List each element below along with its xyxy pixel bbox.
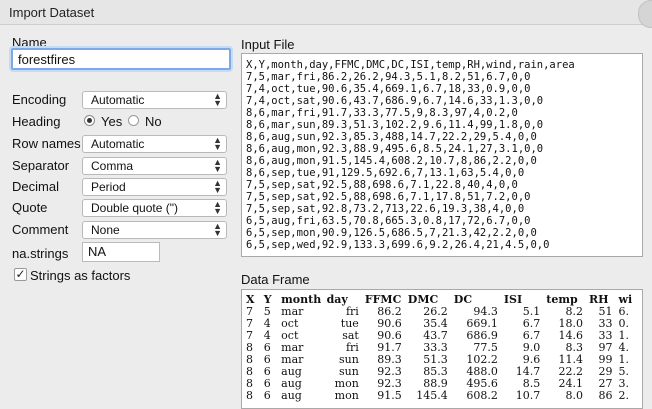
- input-file-preview[interactable]: X,Y,month,day,FFMC,DMC,DC,ISI,temp,RH,wi…: [241, 53, 643, 257]
- input-file-line: 6,5,sep,mon,90.9,126.5,686.5,7,21.3,42,2…: [246, 227, 537, 239]
- heading-yes-radio[interactable]: [84, 115, 95, 126]
- heading-label: Heading: [12, 114, 61, 129]
- quote-select[interactable]: Double quote (") ▲ ▼: [82, 199, 227, 217]
- checkmark-icon: ✓: [15, 267, 26, 281]
- strings-as-factors-checkbox[interactable]: ✓: [14, 268, 27, 281]
- data-frame-preview[interactable]: X Ymonth day FFMC DMC DC ISI temp RH wi 7 5 mar fri 8…: [241, 289, 643, 409]
- input-file-line: 6,5,aug,fri,63.5,70.8,665.3,0.8,17,72,6.…: [246, 215, 531, 227]
- updown-arrows-icon: ▲ ▼: [213, 199, 222, 216]
- table-cell: 6: [263, 389, 271, 402]
- updown-arrows-icon: ▲ ▼: [213, 157, 222, 174]
- encoding-select[interactable]: Automatic ▲ ▼: [82, 91, 227, 109]
- input-file-line: 7,5,sep,sat,92.5,88,698.6,7.1,17.8,51,7.…: [246, 191, 531, 203]
- strings-as-factors-label: Strings as factors: [30, 268, 131, 283]
- heading-yes-label: Yes: [101, 114, 123, 129]
- updown-arrows-icon: ▲ ▼: [213, 178, 222, 195]
- row-names-value: Automatic: [91, 137, 145, 151]
- decimal-select[interactable]: Period ▲ ▼: [82, 178, 227, 196]
- row-names-select[interactable]: Automatic ▲ ▼: [82, 135, 227, 153]
- row-names-label: Row names: [12, 136, 81, 151]
- input-file-line: 6,5,sep,wed,92.9,133.3,699.6,9.2,26.4,21…: [246, 239, 550, 251]
- input-file-line: 8,6,mar,fri,91.7,33.3,77.5,9,8.3,97,4,0.…: [246, 107, 518, 119]
- table-cell: 8.0: [565, 389, 583, 402]
- table-cell: mon: [334, 389, 359, 402]
- heading-no-label: No: [145, 114, 162, 129]
- updown-arrows-icon: ▲ ▼: [213, 91, 222, 108]
- comment-value: None: [91, 223, 120, 237]
- comment-label: Comment: [12, 222, 69, 237]
- input-file-line: 8,6,aug,sun,92.3,85.3,488,14.7,22.2,29,5…: [246, 131, 537, 143]
- quote-label: Quote: [12, 200, 48, 215]
- decimal-value: Period: [91, 180, 126, 194]
- input-file-line: 7,5,sep,sat,92.8,73.2,713,22.6,19.3,38,4…: [246, 203, 525, 215]
- input-file-line: 8,6,aug,mon,91.5,145.4,608.2,10.7,8,86,2…: [246, 155, 537, 167]
- input-file-line: 8,6,aug,mon,92.3,88.9,495.6,8.5,24.1,27,…: [246, 143, 544, 155]
- input-file-line: 7,4,oct,tue,90.6,35.4,669.1,6.7,18,33,0.…: [246, 83, 531, 95]
- window-close-button[interactable]: [638, 0, 652, 28]
- heading-no-radio[interactable]: [128, 115, 139, 126]
- updown-arrows-icon: ▲ ▼: [213, 221, 222, 238]
- window-title: Import Dataset: [9, 5, 95, 20]
- input-file-line: 7,4,oct,sat,90.6,43.7,686.9,6.7,14.6,33,…: [246, 95, 544, 107]
- table-cell: 608.2: [466, 389, 498, 402]
- decimal-label: Decimal: [12, 179, 59, 194]
- input-file-line: 7,5,sep,sat,92.5,88,698.6,7.1,22.8,40,4,…: [246, 179, 518, 191]
- quote-value: Double quote ("): [91, 201, 178, 215]
- title-bar: Import Dataset: [0, 0, 652, 28]
- separator-value: Comma: [91, 159, 134, 173]
- input-file-line: 8,6,mar,sun,89.3,51.3,102.2,9.6,11.4,99,…: [246, 119, 544, 131]
- table-cell: 10.7: [515, 389, 541, 402]
- input-file-line: X,Y,month,day,FFMC,DMC,DC,ISI,temp,RH,wi…: [246, 59, 575, 71]
- data-frame-label: Data Frame: [241, 272, 310, 287]
- encoding-label: Encoding: [12, 92, 67, 107]
- separator-label: Separator: [12, 158, 70, 173]
- name-input[interactable]: forestfires: [11, 48, 231, 70]
- input-file-line: 7,5,mar,fri,86.2,26.2,94.3,5.1,8.2,51,6.…: [246, 71, 531, 83]
- encoding-value: Automatic: [91, 93, 145, 107]
- separator-select[interactable]: Comma ▲ ▼: [82, 157, 227, 175]
- table-cell: 91.5: [377, 389, 402, 402]
- data-frame-table: X Ymonth day FFMC DMC DC ISI temp RH wi 7 5 mar fri 8…: [246, 293, 642, 402]
- na-strings-input[interactable]: NA: [82, 242, 160, 262]
- table-row: 8 6 aug mon 91.5 145.4 608.2 10.7 8.0 86 2.: [246, 390, 642, 402]
- table-cell: aug: [281, 389, 302, 402]
- input-file-label: Input File: [241, 37, 295, 52]
- na-strings-label: na.strings: [12, 246, 69, 261]
- table-cell: 2.: [618, 389, 630, 402]
- comment-select[interactable]: None ▲ ▼: [82, 221, 227, 239]
- table-cell: 86: [598, 389, 613, 402]
- table-cell: 8: [246, 389, 253, 402]
- input-file-line: 8,6,sep,tue,91,129.5,692.6,7,13.1,63,5.4…: [246, 167, 525, 179]
- updown-arrows-icon: ▲ ▼: [213, 135, 222, 152]
- table-cell: 145.4: [416, 389, 448, 402]
